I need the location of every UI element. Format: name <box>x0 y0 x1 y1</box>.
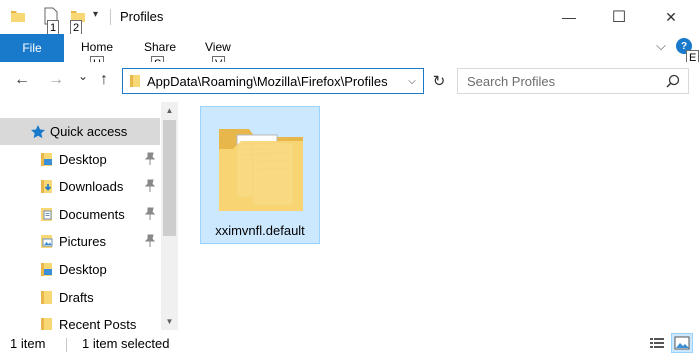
back-button[interactable]: ← <box>14 71 30 89</box>
address-path[interactable]: AppData\Roaming\Mozilla\Firefox\Profiles <box>147 74 388 89</box>
desktop-folder-icon <box>40 262 54 280</box>
scroll-up-arrow-icon[interactable]: ▲ <box>161 102 178 119</box>
search-input[interactable]: Search Profiles <box>467 74 555 89</box>
nav-scrollbar[interactable]: ▲ ▼ <box>161 102 178 330</box>
forward-button[interactable]: → <box>48 71 64 89</box>
folder-item[interactable]: xximvnfl.default <box>200 106 320 244</box>
nav-label: Downloads <box>59 179 124 194</box>
item-count: 1 item <box>10 336 46 351</box>
desktop-folder-icon <box>40 152 54 170</box>
scroll-down-arrow-icon[interactable]: ▼ <box>161 313 178 330</box>
pin-icon[interactable] <box>144 207 156 224</box>
title-bar: 1 2 ▾ Profiles — ☐ ✕ <box>0 0 700 36</box>
details-view-icon[interactable] <box>646 333 668 353</box>
nav-item-desktop-2[interactable]: Desktop <box>0 256 160 283</box>
documents-folder-icon <box>40 207 54 225</box>
nav-label: Quick access <box>50 124 128 139</box>
minimize-button[interactable]: — <box>546 0 592 34</box>
nav-label: Pictures <box>59 234 106 249</box>
expand-ribbon-icon[interactable]: ⌵ <box>656 38 666 54</box>
address-bar[interactable]: AppData\Roaming\Mozilla\Firefox\Profiles… <box>122 68 424 94</box>
nav-item-downloads[interactable]: Downloads <box>0 173 160 200</box>
customize-toolbar-icon[interactable]: ▾ <box>93 9 98 20</box>
status-bar: 1 item 1 item selected <box>0 330 700 357</box>
navigation-pane: Quick access Desktop Downloads Documents <box>0 102 178 330</box>
window-title: Profiles <box>120 9 164 24</box>
large-icons-view-icon[interactable] <box>671 333 693 353</box>
tab-view[interactable]: View <box>205 40 231 54</box>
pin-icon[interactable] <box>144 152 156 169</box>
large-folder-icon <box>215 119 307 218</box>
close-button[interactable]: ✕ <box>648 0 694 34</box>
nav-item-quick-access[interactable]: Quick access <box>0 118 160 145</box>
refresh-button[interactable]: ↻ <box>427 68 451 94</box>
pin-icon[interactable] <box>144 179 156 196</box>
folder-name: xximvnfl.default <box>215 223 305 238</box>
folder-icon <box>40 317 54 330</box>
scroll-thumb[interactable] <box>163 120 176 236</box>
folder-icon <box>40 290 54 308</box>
nav-item-documents[interactable]: Documents <box>0 201 160 228</box>
nav-item-desktop[interactable]: Desktop <box>0 146 160 173</box>
folder-icon <box>129 74 141 91</box>
recent-locations-button[interactable]: ⌄ <box>78 69 88 83</box>
up-button[interactable]: ↑ <box>100 71 108 89</box>
downloads-folder-icon <box>40 179 54 197</box>
nav-item-drafts[interactable]: Drafts <box>0 284 160 311</box>
nav-item-recent-posts[interactable]: Recent Posts <box>0 311 160 330</box>
nav-label: Desktop <box>59 152 107 167</box>
status-separator <box>66 338 67 352</box>
address-dropdown-icon[interactable]: ⌵ <box>405 73 419 89</box>
selection-count: 1 item selected <box>82 336 170 351</box>
maximize-button[interactable]: ☐ <box>596 0 642 34</box>
title-separator <box>110 9 111 25</box>
ribbon-tabs: File Home H Share S View V ⌵ ? E <box>0 34 700 72</box>
search-box[interactable]: Search Profiles <box>457 68 689 94</box>
tab-home[interactable]: Home <box>81 40 113 54</box>
nav-label: Drafts <box>59 290 94 305</box>
star-icon <box>30 124 46 143</box>
address-row: ← → ⌄ ↑ AppData\Roaming\Mozilla\Firefox\… <box>0 62 700 102</box>
nav-label: Recent Posts <box>59 317 137 330</box>
tab-share[interactable]: Share <box>144 40 176 54</box>
pin-icon[interactable] <box>144 234 156 251</box>
nav-item-pictures[interactable]: Pictures <box>0 228 160 255</box>
pictures-folder-icon <box>40 234 54 252</box>
nav-label: Desktop <box>59 262 107 277</box>
file-list-pane: xximvnfl.default <box>178 102 700 330</box>
nav-label: Documents <box>59 207 125 222</box>
search-icon <box>666 74 680 91</box>
file-tab[interactable]: File <box>0 34 64 62</box>
folder-app-icon[interactable] <box>10 8 26 27</box>
